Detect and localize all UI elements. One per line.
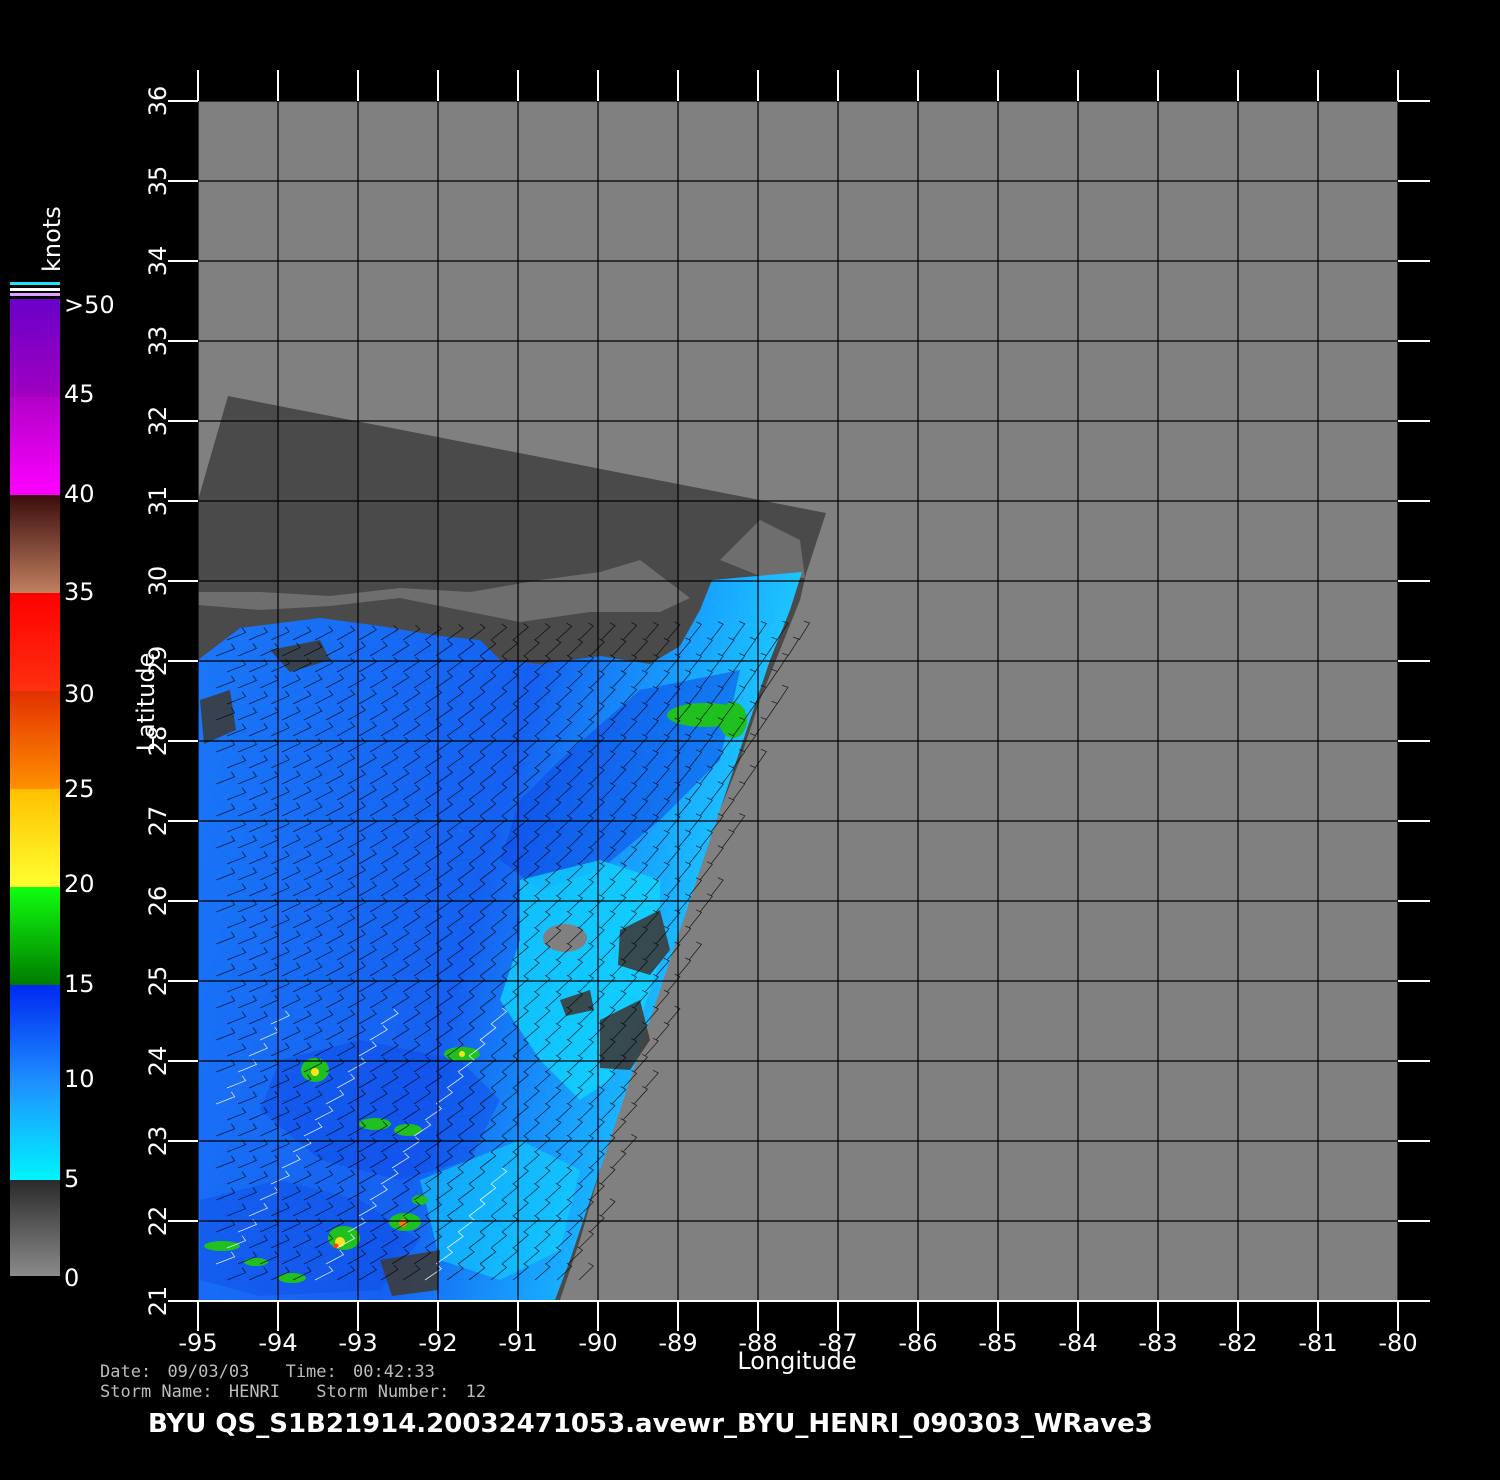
- latitude-tick-label: 34: [144, 246, 172, 277]
- colorbar-label: 15: [64, 970, 95, 998]
- colorbar-label: 0: [64, 1264, 79, 1292]
- latitude-tick-label: 31: [144, 486, 172, 517]
- longitude-tick-label: -86: [898, 1329, 937, 1357]
- colorbar-segment-5-15: [10, 985, 60, 1180]
- product-filename: BYU QS_S1B21914.20032471053.avewr_BYU_HE…: [148, 1409, 1153, 1439]
- colorbar-label: 5: [64, 1165, 79, 1193]
- svg-text:Date: 09/03/03 Tim: Date: 09/03/03 Time: 00:42:33: [100, 1362, 435, 1382]
- time-label: Time:: [286, 1362, 337, 1382]
- latitude-tick-label: 21: [144, 1286, 172, 1317]
- colorbar-segment-0-5: [10, 1180, 60, 1276]
- colorbar-label: 20: [64, 870, 95, 898]
- latitude-tick-label: 32: [144, 406, 172, 437]
- latitude-tick-label: 26: [144, 886, 172, 917]
- wind-map-figure: knots 0 5 10 15 20 25 30 35 40 45 >50 -95 -94 -93 …: [10, 70, 1430, 1439]
- date-value: 09/03/03: [167, 1362, 249, 1382]
- latitude-tick-label: 25: [144, 966, 172, 997]
- time-value: 00:42:33: [353, 1362, 435, 1382]
- colorbar-label: 30: [64, 680, 95, 708]
- storm-name-label: Storm Name:: [100, 1382, 213, 1402]
- date-label: Date:: [100, 1362, 151, 1382]
- colorbar-segment-15-20: [10, 887, 60, 985]
- longitude-tick-label: -84: [1058, 1329, 1097, 1357]
- colorbar-cap: [10, 293, 60, 296]
- map-plot: [198, 101, 1398, 1301]
- longitude-tick-label: -95: [178, 1329, 217, 1357]
- colorbar-label: 40: [64, 480, 95, 508]
- metadata-block: Date: 09/03/03 Time: 00:42:33 Storm Name…: [100, 1362, 486, 1402]
- colorbar-label: 10: [64, 1065, 95, 1093]
- storm-number-value: 12: [466, 1382, 486, 1402]
- svg-text:Storm Name: HENRI: Storm Name: HENRI Storm Number: 12: [100, 1382, 486, 1402]
- longitude-tick-label: -81: [1298, 1329, 1337, 1357]
- latitude-tick-label: 30: [144, 566, 172, 597]
- longitude-tick-label: -92: [418, 1329, 457, 1357]
- longitude-tick-label: -90: [578, 1329, 617, 1357]
- storm-name-value: HENRI: [229, 1382, 280, 1402]
- latitude-tick-label: 22: [144, 1206, 172, 1237]
- longitude-tick-label: -93: [338, 1329, 377, 1357]
- colorbar-segment-30-35: [10, 593, 60, 691]
- colorbar-label: >50: [64, 291, 115, 319]
- latitude-tick-label: 36: [144, 86, 172, 117]
- colorbar: knots 0 5 10 15 20 25 30 35 40 45 >50: [10, 206, 115, 1292]
- colorbar-segment-20-25: [10, 789, 60, 887]
- x-axis-title: Longitude: [737, 1347, 856, 1375]
- longitude-tick-label: -89: [658, 1329, 697, 1357]
- no-wind-island: [543, 924, 587, 952]
- latitude-tick-label: 23: [144, 1126, 172, 1157]
- colorbar-cap: [10, 288, 60, 291]
- longitude-tick-label: -85: [978, 1329, 1017, 1357]
- longitude-tick-label: -80: [1378, 1329, 1417, 1357]
- longitude-tick-label: -94: [258, 1329, 297, 1357]
- y-axis-title: Latitude: [132, 653, 160, 752]
- longitude-tick-label: -82: [1218, 1329, 1257, 1357]
- colorbar-segment-25-30: [10, 691, 60, 789]
- colorbar-segment-45-50: [10, 299, 60, 397]
- colorbar-segment-35-40: [10, 495, 60, 593]
- longitude-tick-label: -91: [498, 1329, 537, 1357]
- colorbar-label: 25: [64, 775, 95, 803]
- latitude-tick-label: 35: [144, 166, 172, 197]
- latitude-tick-label: 33: [144, 326, 172, 357]
- latitude-tick-label: 27: [144, 806, 172, 837]
- longitude-tick-label: -83: [1138, 1329, 1177, 1357]
- colorbar-cap: [10, 282, 60, 285]
- colorbar-label: 45: [64, 380, 95, 408]
- colorbar-segment-40-45: [10, 397, 60, 495]
- colorbar-label: 35: [64, 578, 95, 606]
- storm-number-label: Storm Number:: [316, 1382, 449, 1402]
- latitude-tick-label: 24: [144, 1046, 172, 1077]
- colorbar-units: knots: [38, 206, 66, 272]
